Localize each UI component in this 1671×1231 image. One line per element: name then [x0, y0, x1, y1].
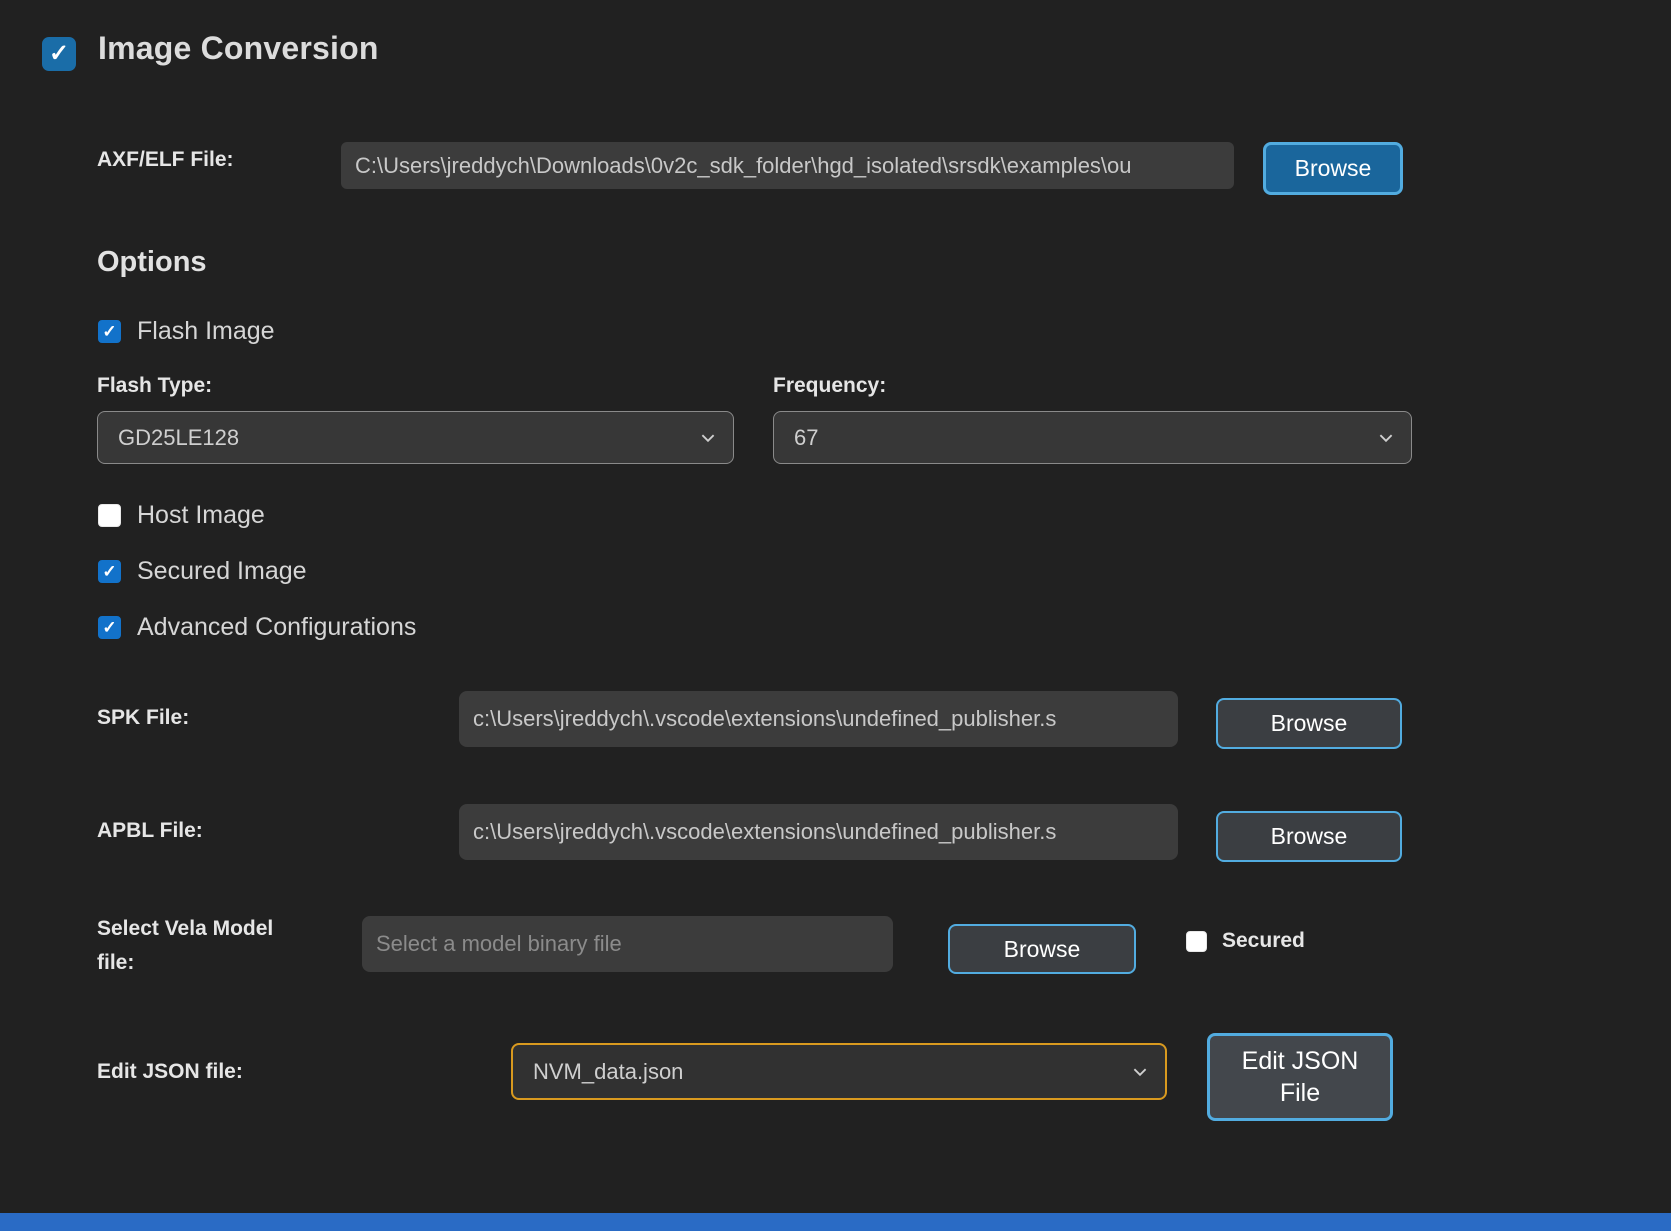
host-image-checkbox[interactable]: ✓ — [98, 504, 121, 527]
check-icon: ✓ — [49, 42, 69, 66]
vela-secured-checkbox[interactable]: ✓ — [1186, 931, 1207, 952]
apbl-file-label: APBL File: — [97, 819, 203, 843]
edit-json-file-label: Edit JSON file: — [97, 1060, 243, 1084]
secured-image-checkbox[interactable]: ✓ — [98, 560, 121, 583]
spk-browse-button[interactable]: Browse — [1216, 698, 1402, 749]
frequency-select[interactable]: 67 — [773, 411, 1412, 464]
edit-json-select[interactable]: NVM_data.json — [511, 1043, 1167, 1100]
flash-image-checkbox[interactable]: ✓ — [98, 320, 121, 343]
vela-model-file-label: Select Vela Model file: — [97, 912, 312, 979]
apbl-file-input[interactable] — [459, 804, 1178, 860]
chevron-down-icon — [1131, 1063, 1149, 1081]
image-conversion-checkbox[interactable]: ✓ — [42, 37, 76, 71]
chevron-down-icon — [699, 429, 717, 447]
edit-json-file-button[interactable]: Edit JSON File — [1207, 1033, 1393, 1121]
image-conversion-panel: ✓ Image Conversion AXF/ELF File: Browse … — [0, 0, 1671, 1231]
options-heading: Options — [97, 246, 207, 279]
secured-image-label: Secured Image — [137, 557, 307, 586]
check-icon: ✓ — [102, 619, 116, 636]
axf-elf-file-label: AXF/ELF File: — [97, 148, 234, 172]
advanced-configurations-label: Advanced Configurations — [137, 613, 416, 642]
frequency-value: 67 — [794, 425, 818, 451]
axf-browse-button[interactable]: Browse — [1263, 142, 1403, 195]
vela-browse-button[interactable]: Browse — [948, 924, 1136, 974]
host-image-label: Host Image — [137, 501, 265, 530]
spk-file-label: SPK File: — [97, 706, 189, 730]
check-icon: ✓ — [102, 323, 116, 340]
flash-type-value: GD25LE128 — [118, 425, 239, 451]
flash-type-label: Flash Type: — [97, 374, 212, 398]
flash-image-label: Flash Image — [137, 317, 275, 346]
page-title: Image Conversion — [98, 30, 379, 67]
flash-type-select[interactable]: GD25LE128 — [97, 411, 734, 464]
chevron-down-icon — [1377, 429, 1395, 447]
spk-file-input[interactable] — [459, 691, 1178, 747]
bottom-accent-bar — [0, 1213, 1671, 1231]
axf-elf-file-input[interactable] — [341, 142, 1234, 189]
vela-secured-label: Secured — [1222, 929, 1305, 953]
advanced-configurations-checkbox[interactable]: ✓ — [98, 616, 121, 639]
edit-json-value: NVM_data.json — [533, 1059, 683, 1085]
vela-model-file-input[interactable] — [362, 916, 893, 972]
apbl-browse-button[interactable]: Browse — [1216, 811, 1402, 862]
frequency-label: Frequency: — [773, 374, 886, 398]
check-icon: ✓ — [102, 563, 116, 580]
